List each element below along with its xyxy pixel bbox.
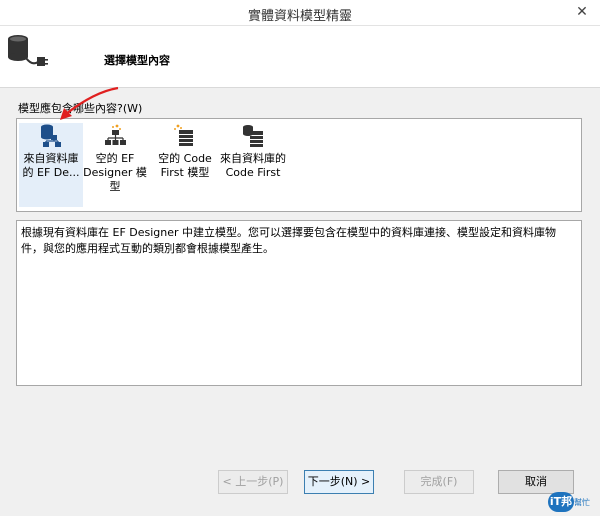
previous-button[interactable]: < 上一步(P) [218,470,288,494]
wizard-header: 選擇模型內容 [0,26,600,88]
wizard-button-bar: < 上一步(P) 下一步(N) > 完成(F) 取消 [0,470,600,500]
database-connection-icon [8,35,48,66]
option-ef-designer-from-database[interactable]: 來自資料庫 的 EF De... [19,123,83,207]
window-title: 實體資料模型精靈 [247,9,352,24]
option-label: 來自資料庫 的 EF De... [22,152,80,179]
watermark-badge: iT邦 [548,492,574,512]
ithelp-watermark-logo: iT邦 幫忙 [548,490,596,514]
option-empty-ef-designer-model[interactable]: 空的 EF Designer 模 型 [83,123,147,207]
close-button[interactable]: ✕ [570,3,594,21]
option-code-first-from-database[interactable]: 來自資料庫的 Code First [217,123,289,207]
code-first-from-db-icon [243,125,263,147]
finish-button[interactable]: 完成(F) [404,470,474,494]
option-empty-code-first-model[interactable]: 空的 Code First 模型 [153,123,217,207]
step-title: 選擇模型內容 [104,54,170,67]
model-contents-list[interactable]: 來自資料庫 的 EF De... 空的 EF Designer 模 型 空的 C… [16,118,582,212]
red-arrow-annotation [60,86,119,120]
option-label: 空的 EF Designer 模 型 [83,152,147,193]
option-description: 根據現有資料庫在 EF Designer 中建立模型。您可以選擇要包含在模型中的… [16,220,582,386]
next-button[interactable]: 下一步(N) > [304,470,374,494]
option-label: 空的 Code First 模型 [158,152,212,179]
title-bar: 實體資料模型精靈 ✕ [0,0,600,26]
watermark-sub: 幫忙 [574,498,590,507]
option-label: 來自資料庫的 Code First [220,152,286,179]
empty-code-first-icon [174,124,193,146]
